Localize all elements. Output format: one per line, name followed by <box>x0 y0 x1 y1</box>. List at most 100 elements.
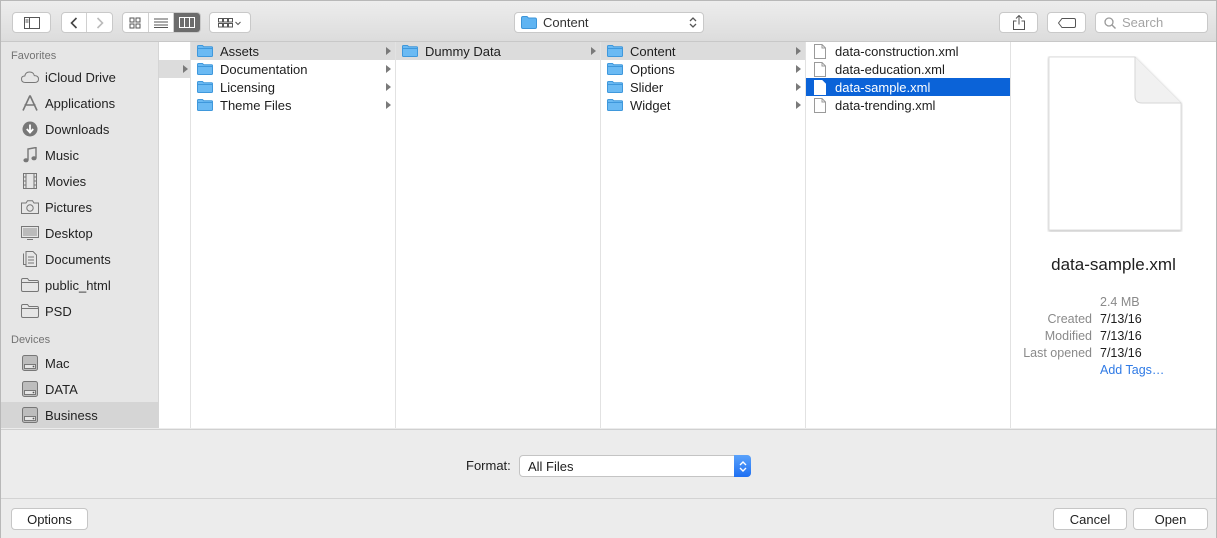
modified-label: Modified <box>1044 329 1092 343</box>
sidebar-item-public-html[interactable]: public_html <box>1 272 158 298</box>
add-tags-link[interactable]: Add Tags… <box>1100 363 1164 380</box>
tag-icon <box>1057 17 1076 28</box>
item-label: Options <box>630 61 675 77</box>
list-icon <box>154 18 168 28</box>
applications-icon <box>20 94 40 112</box>
sidebar-item-label: DATA <box>45 381 78 397</box>
search-icon <box>1104 16 1116 29</box>
file-row[interactable]: data-construction.xml <box>806 42 1010 60</box>
document-icon <box>814 43 826 59</box>
sidebar-item-documents[interactable]: Documents <box>1 246 158 272</box>
arrange-menu-button[interactable] <box>209 12 251 33</box>
item-label: Theme Files <box>220 97 292 113</box>
folder-icon <box>607 63 623 75</box>
folder-icon <box>402 45 418 57</box>
documents-icon <box>20 250 40 268</box>
item-label: data-trending.xml <box>835 97 936 113</box>
open-button[interactable]: Open <box>1133 508 1208 530</box>
list-view-button[interactable] <box>149 13 175 32</box>
folder-icon <box>197 99 213 111</box>
chevron-left-icon <box>70 16 78 29</box>
sidebar-item-label: Mac <box>45 355 70 371</box>
column-1: Assets Documentation Licensing Theme Files <box>191 42 396 428</box>
chevron-right-icon <box>96 16 104 29</box>
document-preview-icon <box>1048 56 1182 231</box>
folder-row[interactable]: Content <box>601 42 805 60</box>
sidebar-item-desktop[interactable]: Desktop <box>1 220 158 246</box>
format-value: All Files <box>528 458 574 474</box>
sidebar-item-icloud-drive[interactable]: iCloud Drive <box>1 64 158 90</box>
back-forward-control <box>61 12 113 33</box>
share-icon <box>1012 15 1025 30</box>
sidebar: Favorites iCloud Drive Applications Downlo… <box>1 42 159 428</box>
folder-row[interactable]: Theme Files <box>191 96 395 114</box>
chevron-right-icon <box>591 47 596 55</box>
folder-row[interactable]: Widget <box>601 96 805 114</box>
columns-icon <box>179 17 196 28</box>
item-label: Licensing <box>220 79 275 95</box>
sidebar-item-label: Pictures <box>45 199 92 215</box>
chevron-right-icon <box>386 65 391 73</box>
downloads-icon <box>20 120 40 138</box>
sidebar-item-label: PSD <box>45 303 72 319</box>
icon-view-button[interactable] <box>123 13 149 32</box>
folder-row[interactable]: Documentation <box>191 60 395 78</box>
item-label: data-construction.xml <box>835 43 959 59</box>
location-popup[interactable]: Content <box>514 12 704 33</box>
sidebar-item-applications[interactable]: Applications <box>1 90 158 116</box>
arrange-icon <box>218 17 241 27</box>
format-select[interactable]: All Files <box>519 455 751 477</box>
sidebar-item-label: Music <box>45 147 79 163</box>
location-label: Content <box>543 15 589 30</box>
item-label: data-education.xml <box>835 61 945 77</box>
sidebar-item-business[interactable]: Business <box>1 402 158 428</box>
sidebar-item-mac[interactable]: Mac <box>1 350 158 376</box>
column-3: Content Options Slider Widget <box>601 42 806 428</box>
folder-icon <box>521 16 537 29</box>
item-label: data-sample.xml <box>835 79 931 95</box>
share-button[interactable] <box>999 12 1038 33</box>
created-label: Created <box>1047 312 1092 326</box>
tags-button[interactable] <box>1047 12 1086 33</box>
folder-row[interactable]: Options <box>601 60 805 78</box>
file-row[interactable]: data-sample.xml <box>806 78 1010 96</box>
format-label: Format: <box>466 458 511 473</box>
sidebar-toggle-button[interactable] <box>12 12 51 33</box>
item-label: Documentation <box>220 61 308 77</box>
chevron-right-icon <box>796 47 801 55</box>
column-view-button[interactable] <box>174 13 200 32</box>
folder-row[interactable]: Assets <box>191 42 395 60</box>
sidebar-item-label: Documents <box>45 251 111 267</box>
stepper-arrows-icon <box>734 455 751 477</box>
sidebar-item-data[interactable]: DATA <box>1 376 158 402</box>
chevron-right-icon <box>386 101 391 109</box>
folder-row[interactable]: Licensing <box>191 78 395 96</box>
music-icon <box>20 146 40 164</box>
file-row[interactable]: data-trending.xml <box>806 96 1010 114</box>
sidebar-item-movies[interactable]: Movies <box>1 168 158 194</box>
sidebar-item-downloads[interactable]: Downloads <box>1 116 158 142</box>
folder-row[interactable]: Slider <box>601 78 805 96</box>
forward-button[interactable] <box>87 13 112 32</box>
folder-icon <box>197 63 213 75</box>
document-icon <box>814 97 826 113</box>
back-button[interactable] <box>62 13 88 32</box>
created-value: 7/13/16 <box>1100 312 1142 326</box>
sidebar-item-label: Applications <box>45 95 116 111</box>
sidebar-item-label: public_html <box>45 277 111 293</box>
camera-icon <box>20 198 40 216</box>
sidebar-item-pictures[interactable]: Pictures <box>1 194 158 220</box>
search-field[interactable]: Search <box>1095 12 1208 33</box>
options-button[interactable]: Options <box>11 508 88 530</box>
sidebar-item-label: Movies <box>45 173 87 189</box>
sidebar-item-label: Downloads <box>45 121 110 137</box>
sidebar-item-psd[interactable]: PSD <box>1 298 158 324</box>
sidebar-item-music[interactable]: Music <box>1 142 158 168</box>
format-bar: Format: All Files <box>1 429 1216 498</box>
file-browser: Assets Documentation Licensing Theme Files … <box>159 42 1216 428</box>
folder-row[interactable]: Dummy Data <box>396 42 600 60</box>
search-placeholder: Search <box>1122 15 1164 30</box>
cancel-button[interactable]: Cancel <box>1053 508 1127 530</box>
parent-selection-row[interactable] <box>159 60 190 78</box>
file-row[interactable]: data-education.xml <box>806 60 1010 78</box>
